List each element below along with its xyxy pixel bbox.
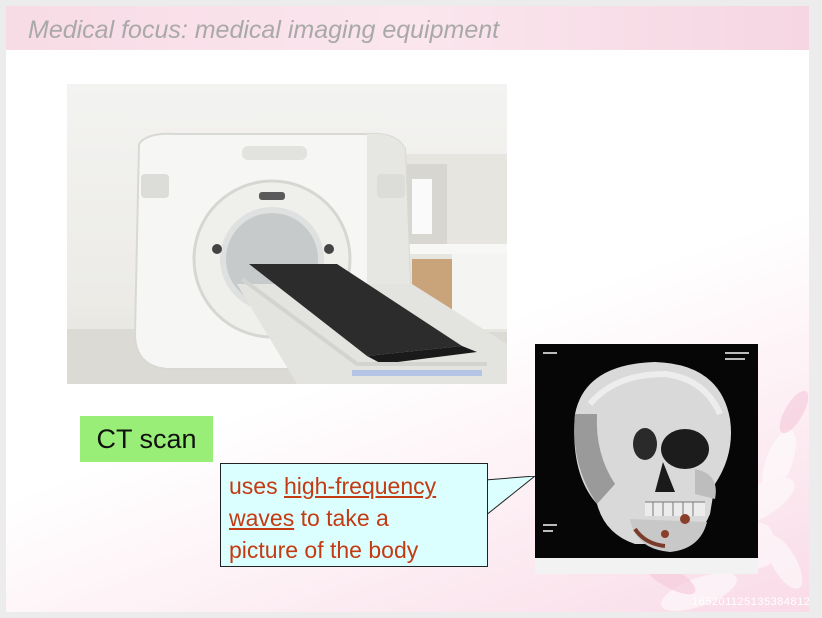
skull-icon	[543, 352, 749, 552]
callout-link-waves[interactable]: waves	[229, 505, 294, 531]
callout-text-picture: picture of the body	[229, 537, 419, 563]
footer-code: 1652011251353848125	[692, 596, 809, 608]
title-bar: Medical focus: medical imaging equipment	[6, 6, 809, 50]
ct-scan-label: CT scan	[80, 416, 213, 462]
slide-title: Medical focus: medical imaging equipment	[28, 16, 500, 44]
ct-scanner-icon	[67, 132, 507, 384]
ct-scanner-photo	[67, 84, 507, 384]
slide: Medical focus: medical imaging equipment	[6, 6, 809, 612]
callout-text-take: to take a	[300, 505, 389, 531]
callout-link-high-frequency[interactable]: high-frequency	[284, 473, 436, 499]
callout-pointer-icon	[485, 476, 536, 517]
skull-ct-photo	[535, 344, 758, 574]
callout-box: uses high-frequency waves to take a pict…	[220, 463, 488, 567]
stock-photo-caption-strip	[535, 558, 758, 574]
callout-word-uses: uses	[229, 473, 278, 499]
